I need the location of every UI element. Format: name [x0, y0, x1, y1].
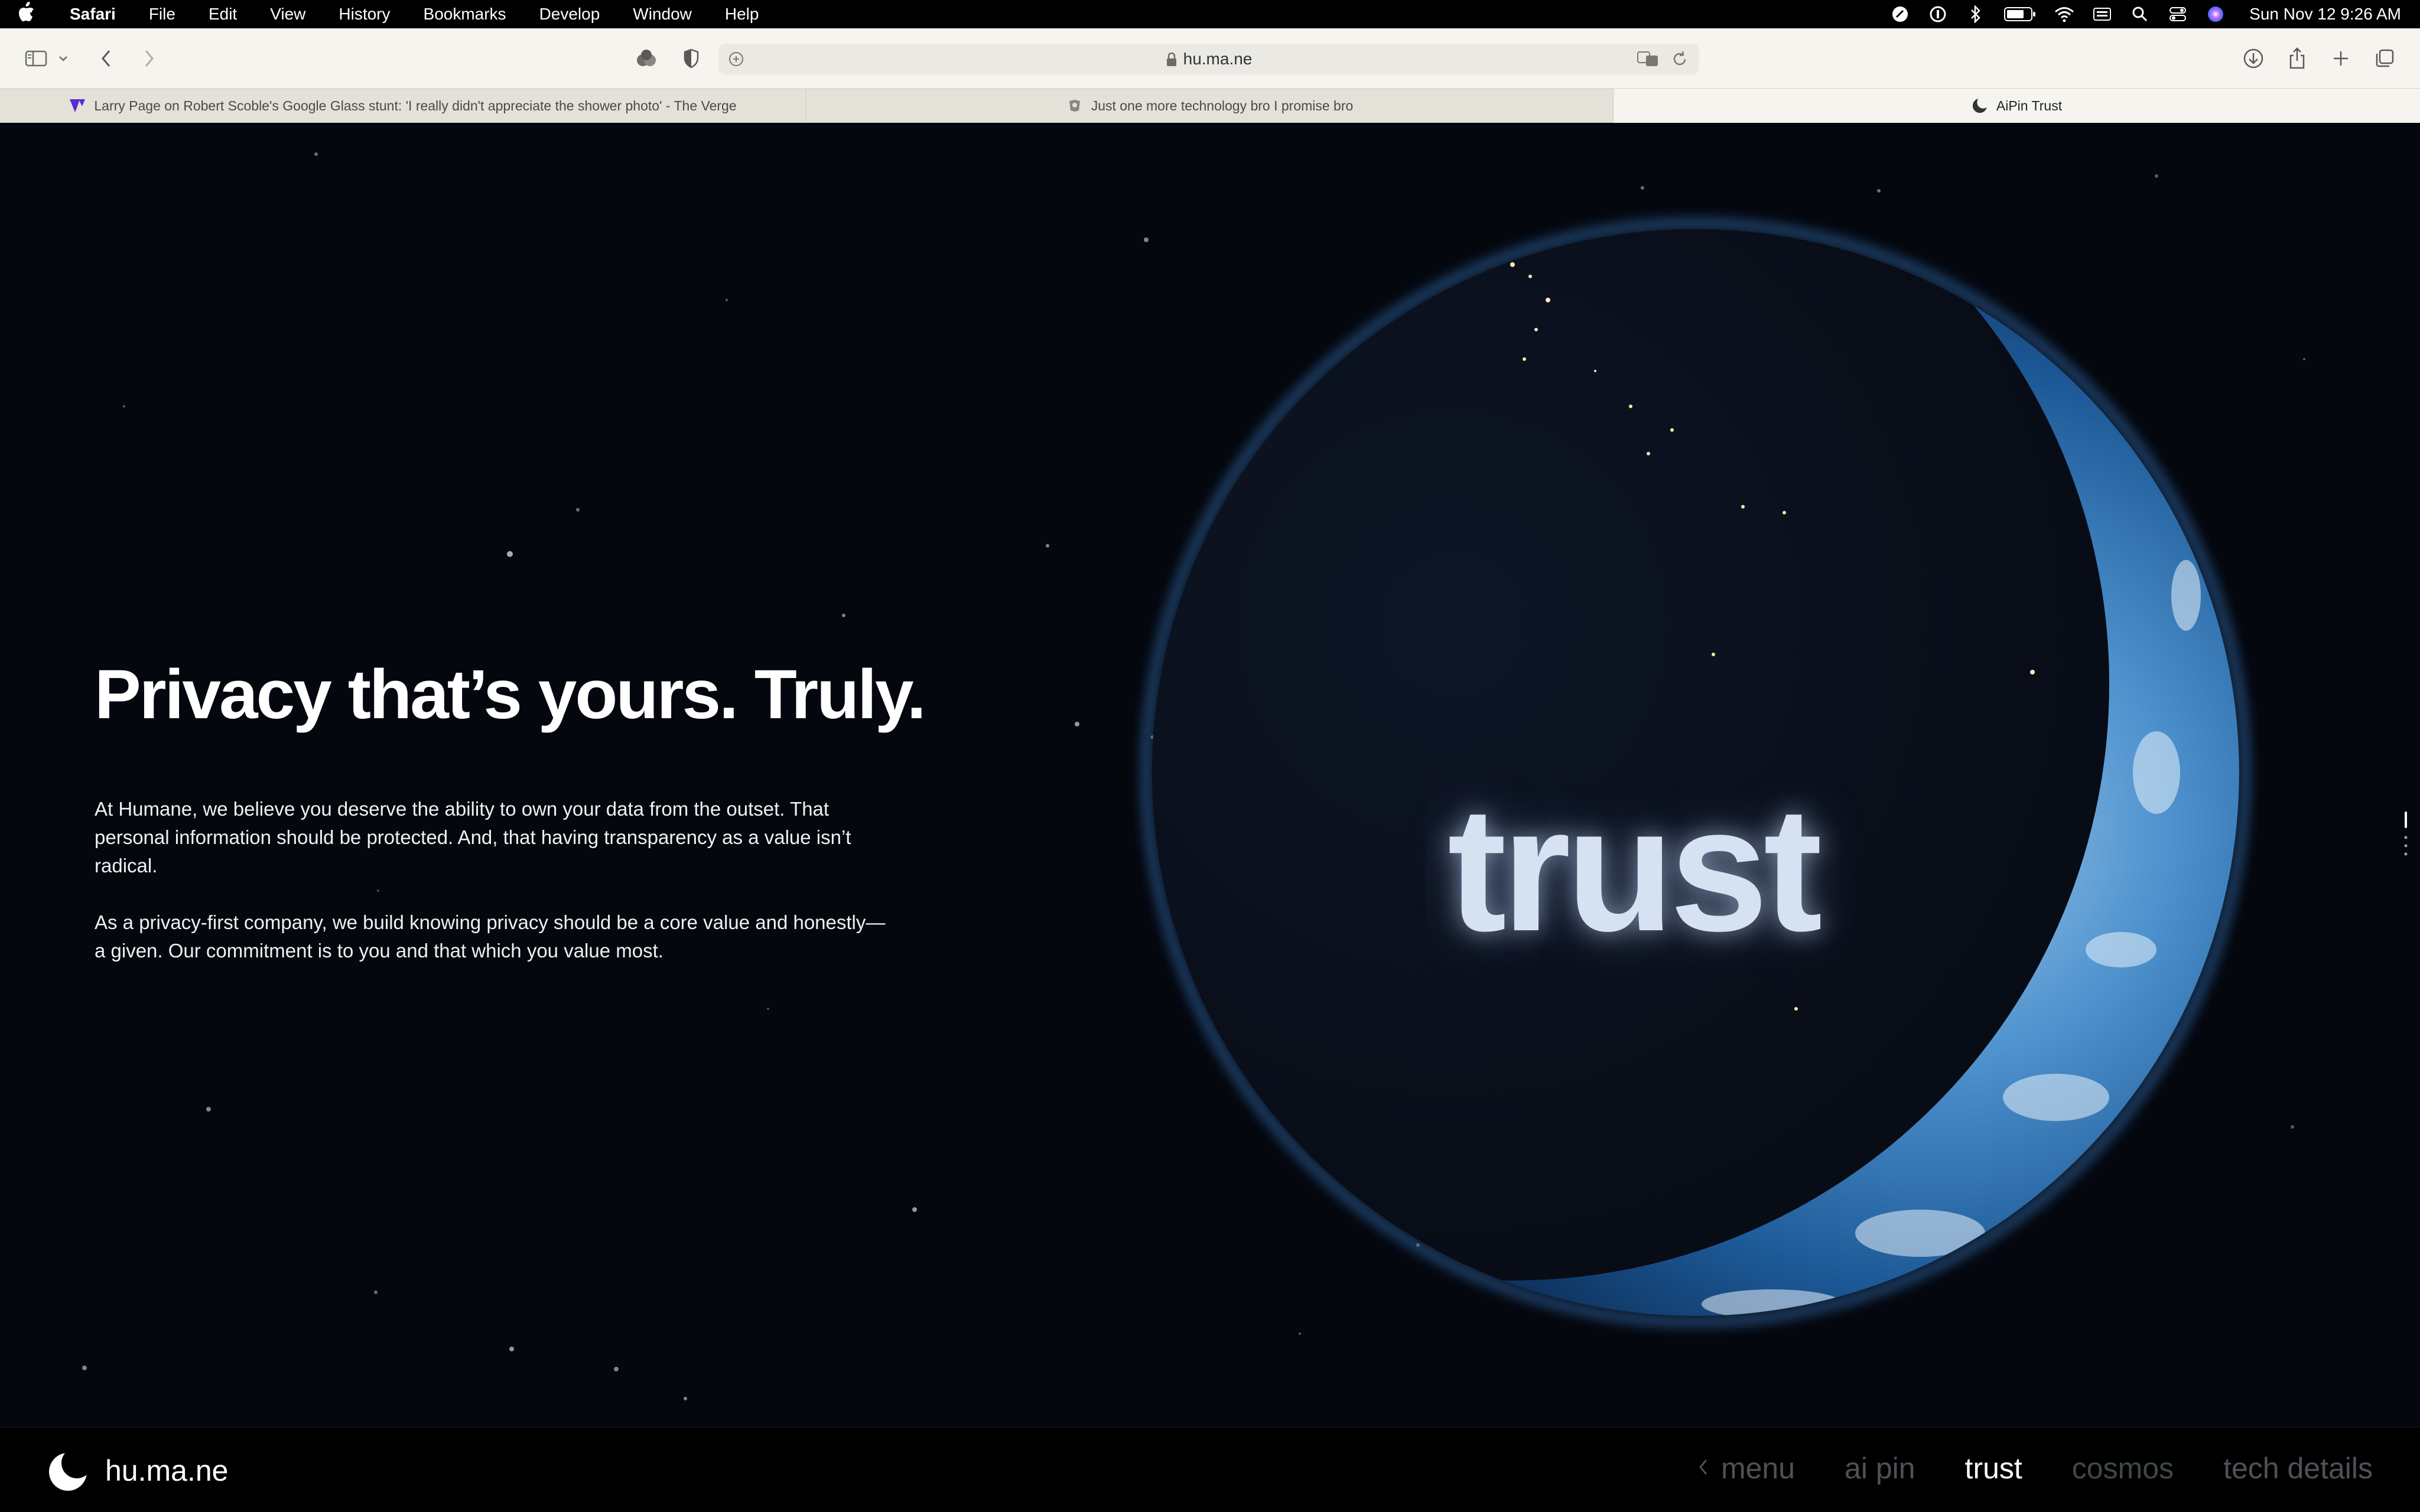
nav-trust[interactable]: trust [1965, 1451, 2022, 1485]
bottom-navigation: hu.ma.ne menu ai pin trust cosmos tech d… [0, 1427, 2420, 1512]
privacy-shield-icon[interactable] [677, 44, 705, 73]
translate-icon[interactable] [1637, 50, 1659, 71]
logo-text[interactable]: hu.ma.ne [105, 1454, 228, 1488]
tab-bar: Larry Page on Robert Scoble's Google Gla… [0, 89, 2420, 123]
nav-menu-label: menu [1720, 1452, 1796, 1485]
keyboard-icon[interactable] [2092, 4, 2112, 24]
siri-icon[interactable] [2206, 4, 2226, 24]
macos-menu-bar: Safari File Edit View History Bookmarks … [0, 0, 2420, 28]
tab-aipin-trust[interactable]: AiPin Trust [1614, 89, 2420, 123]
tab-overview-icon[interactable] [2370, 44, 2399, 73]
nav-tech-details[interactable]: tech details [2223, 1451, 2373, 1485]
chevron-left-icon [1697, 1454, 1709, 1482]
control-center-icon[interactable] [2168, 4, 2188, 24]
sidebar-toggle-icon[interactable] [22, 44, 51, 73]
nav-menu-button[interactable]: menu [1697, 1451, 1795, 1485]
apple-menu-icon[interactable] [0, 2, 53, 27]
share-icon[interactable] [2283, 44, 2311, 73]
humane-icon [1972, 97, 1988, 114]
scroll-indicator[interactable] [2403, 812, 2408, 859]
tab-title: Just one more technology bro I promise b… [1091, 97, 1354, 113]
address-bar[interactable]: hu.ma.ne [718, 44, 1699, 74]
menu-view[interactable]: View [253, 0, 322, 28]
tab-title: Larry Page on Robert Scoble's Google Gla… [94, 97, 737, 113]
spotlight-search-icon[interactable] [2130, 4, 2150, 24]
reload-icon[interactable] [1671, 50, 1689, 71]
bluetooth-icon[interactable] [1966, 4, 1986, 24]
menu-window[interactable]: Window [616, 0, 708, 28]
password-manager-icon[interactable] [1928, 4, 1948, 24]
extensions-icon[interactable] [632, 44, 661, 73]
site-icon [1066, 97, 1083, 114]
downloads-icon[interactable] [2239, 44, 2268, 73]
commitment-paragraph: As a privacy-first company, we build kno… [95, 911, 886, 962]
battery-icon[interactable] [2003, 4, 2037, 24]
menu-bookmarks[interactable]: Bookmarks [407, 0, 523, 28]
wifi-icon[interactable] [2054, 4, 2074, 24]
sidebar-dropdown-chevron-icon[interactable] [54, 44, 72, 73]
trust-graphic-text: trust [1448, 770, 1823, 968]
intro-paragraph: At Humane, we believe you deserve the ab… [95, 798, 851, 876]
browser-toolbar: hu.ma.ne [0, 28, 2420, 89]
tab-verge[interactable]: Larry Page on Robert Scoble's Google Gla… [0, 89, 806, 123]
page-title: Privacy that’s yours. Truly. [95, 656, 926, 734]
back-button-icon[interactable] [92, 44, 121, 73]
nav-cosmos[interactable]: cosmos [2072, 1451, 2174, 1485]
earth-image [1141, 219, 2250, 1327]
page-settings-icon[interactable] [728, 51, 744, 67]
url-text: hu.ma.ne [1183, 50, 1253, 68]
tab-technology-bro[interactable]: Just one more technology bro I promise b… [806, 89, 1614, 123]
humane-logo-icon[interactable] [47, 1448, 92, 1493]
verge-icon [69, 97, 86, 114]
menubar-clock[interactable]: Sun Nov 12 9:26 AM [2249, 5, 2401, 24]
menu-app-name[interactable]: Safari [53, 0, 132, 28]
lock-icon [1166, 52, 1178, 66]
new-tab-icon[interactable] [2327, 44, 2355, 73]
menu-history[interactable]: History [322, 0, 406, 28]
paint-icon[interactable] [1890, 4, 1910, 24]
menu-file[interactable]: File [132, 0, 192, 28]
nav-ai-pin[interactable]: ai pin [1845, 1451, 1915, 1485]
tab-title: AiPin Trust [1996, 97, 2063, 113]
menu-edit[interactable]: Edit [192, 0, 253, 28]
hero-section: trust Privacy that’s yours. Truly. At Hu… [0, 123, 2420, 1427]
forward-button-icon[interactable] [135, 44, 163, 73]
menu-develop[interactable]: Develop [523, 0, 617, 28]
menu-help[interactable]: Help [708, 0, 776, 28]
